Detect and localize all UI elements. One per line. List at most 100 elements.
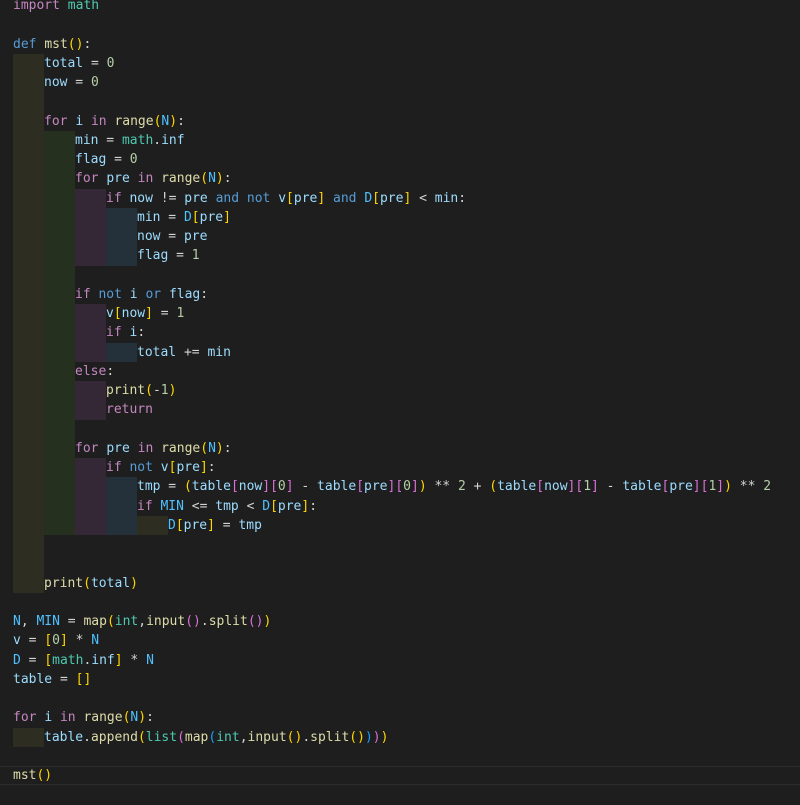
- code-line[interactable]: mst(): [0, 766, 800, 785]
- code-text: def mst():: [13, 35, 91, 54]
- code-token: [: [191, 209, 200, 225]
- code-line[interactable]: [0, 535, 800, 555]
- code-line[interactable]: total += min: [0, 342, 800, 362]
- code-line[interactable]: flag = 1: [0, 246, 800, 266]
- code-line[interactable]: [0, 265, 800, 285]
- code-line[interactable]: table.append(list(map(int,input().split(…: [0, 727, 800, 747]
- indent-guide: [13, 304, 44, 324]
- code-token: or: [145, 286, 162, 302]
- code-line[interactable]: [0, 419, 800, 439]
- indent-guide: [13, 438, 44, 458]
- code-token: print: [106, 383, 146, 398]
- code-line[interactable]: if now != pre and not v[pre] and D[pre] …: [0, 188, 800, 208]
- code-text: if i:: [106, 323, 145, 342]
- code-token: [: [270, 479, 278, 495]
- indent-guide: [75, 342, 106, 362]
- indent-guide: [106, 342, 137, 362]
- code-line[interactable]: print(total): [0, 573, 800, 593]
- code-token: in: [90, 113, 107, 129]
- code-line[interactable]: D[pre] = tmp: [0, 515, 800, 535]
- code-line[interactable]: [0, 15, 800, 34]
- code-token: for: [44, 113, 68, 129]
- code-line[interactable]: table = []: [0, 670, 800, 689]
- indent-guide: [44, 246, 75, 266]
- code-line[interactable]: for pre in range(N):: [0, 438, 800, 458]
- code-token: [: [536, 479, 545, 495]
- code-text: import math: [13, 0, 99, 15]
- code-line[interactable]: now = 0: [0, 73, 800, 93]
- code-token: =: [83, 55, 107, 71]
- indent-guide: [44, 207, 75, 227]
- code-line[interactable]: min = D[pre]: [0, 207, 800, 227]
- indent-guide: [13, 727, 44, 747]
- code-line[interactable]: now = pre: [0, 227, 800, 247]
- code-line[interactable]: min = math.inf: [0, 130, 800, 150]
- code-line[interactable]: tmp = (table[now][0] - table[pre][0]) **…: [0, 477, 800, 497]
- code-line[interactable]: v = [0] * N: [0, 631, 800, 650]
- code-token: =: [160, 209, 184, 225]
- code-token: [: [44, 652, 53, 668]
- code-token: split: [208, 614, 248, 629]
- code-line[interactable]: for i in range(N):: [0, 708, 800, 727]
- code-token: MIN: [36, 614, 60, 629]
- code-token: [: [230, 479, 239, 495]
- code-line[interactable]: for pre in range(N):: [0, 169, 800, 189]
- code-token: if: [106, 460, 122, 475]
- code-line[interactable]: [0, 689, 800, 708]
- code-line[interactable]: if MIN <= tmp < D[pre]:: [0, 496, 800, 516]
- code-token: D: [168, 517, 176, 533]
- indent-guide: [44, 438, 75, 458]
- indent-guide: [106, 207, 137, 227]
- code-token: D: [183, 209, 192, 225]
- code-token: N: [146, 652, 154, 668]
- indent-guide: [75, 227, 106, 247]
- code-token: mst: [13, 768, 37, 783]
- code-token: [: [175, 517, 184, 533]
- code-token: *: [122, 652, 147, 668]
- code-line[interactable]: [0, 92, 800, 112]
- code-token: i: [75, 113, 84, 129]
- code-line[interactable]: return: [0, 400, 800, 420]
- indent-guide: [13, 73, 44, 93]
- indent-guide: [13, 92, 44, 112]
- code-token: **: [426, 479, 458, 495]
- code-line[interactable]: def mst():: [0, 35, 800, 54]
- indent-guide: [13, 323, 44, 343]
- code-line[interactable]: D = [math.inf] * N: [0, 651, 800, 670]
- indent-guide: [13, 381, 44, 401]
- code-token: D: [13, 652, 21, 668]
- code-line[interactable]: if not v[pre]:: [0, 458, 800, 478]
- code-editor[interactable]: import math def mst(): total = 0 now = 0 for…: [0, 0, 800, 802]
- code-token: append: [90, 729, 138, 745]
- code-token: not: [129, 460, 153, 475]
- code-line[interactable]: flag = 0: [0, 150, 800, 170]
- indent-guide: [13, 496, 44, 516]
- code-line[interactable]: v[now] = 1: [0, 304, 800, 324]
- code-line[interactable]: if i:: [0, 323, 800, 343]
- code-line[interactable]: [0, 593, 800, 612]
- code-line[interactable]: import math: [0, 0, 800, 15]
- code-line[interactable]: N, MIN = map(int,input().split()): [0, 612, 800, 631]
- code-token: if: [137, 498, 153, 514]
- code-token: 0: [90, 75, 99, 90]
- code-text: print(-1): [106, 381, 176, 400]
- code-token: N: [91, 633, 100, 649]
- code-line[interactable]: print(-1): [0, 381, 800, 401]
- code-line[interactable]: if not i or flag:: [0, 284, 800, 304]
- code-token: N: [13, 614, 21, 629]
- indent-guide: [44, 130, 75, 150]
- code-token: ]: [285, 479, 294, 495]
- code-line[interactable]: total = 0: [0, 53, 800, 73]
- code-token: +=: [176, 344, 208, 360]
- code-token: [: [270, 498, 278, 514]
- code-line[interactable]: [0, 747, 800, 766]
- code-token: .: [302, 729, 311, 745]
- code-token: =: [160, 479, 184, 495]
- code-token: now: [129, 190, 153, 206]
- code-token: flag: [137, 248, 169, 264]
- code-line[interactable]: [0, 554, 800, 574]
- code-line[interactable]: else:: [0, 361, 800, 381]
- code-line[interactable]: for i in range(N):: [0, 111, 800, 131]
